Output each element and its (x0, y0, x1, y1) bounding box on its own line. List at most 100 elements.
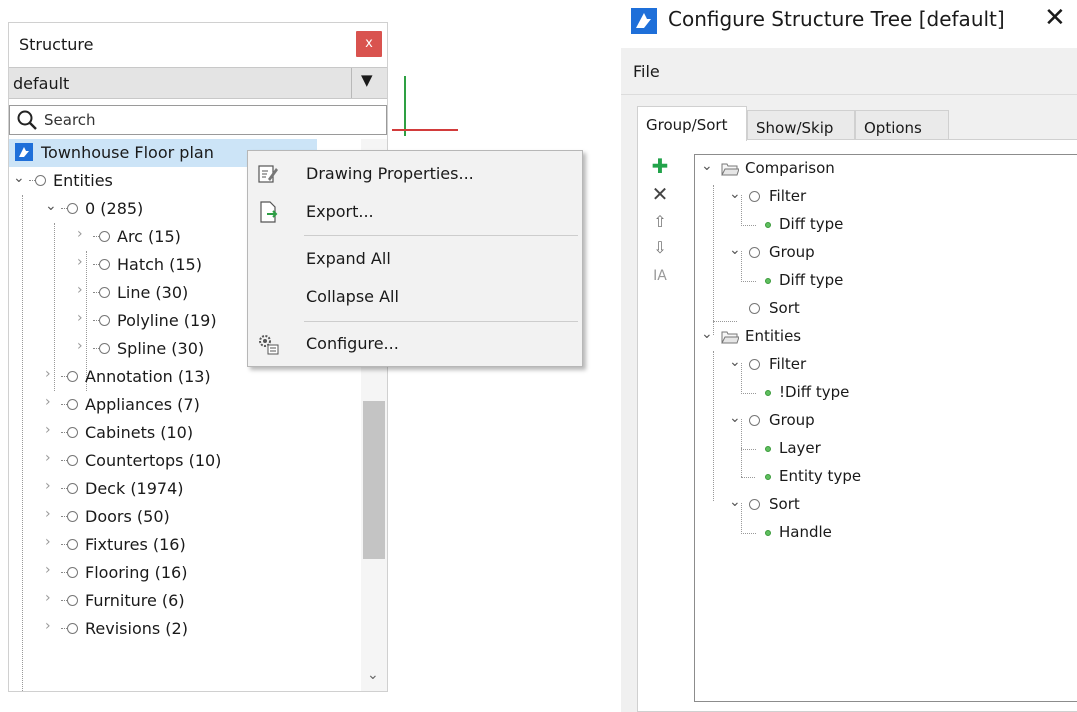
rule-label: !Diff type (779, 383, 850, 401)
menu-item-expand-all[interactable]: Expand All (248, 242, 582, 276)
tree-node-label: Flooring (16) (85, 563, 188, 582)
menu-item-label: Export... (306, 202, 374, 221)
tab-show-skip[interactable]: Show/Skip (747, 110, 855, 140)
chevron-down-icon[interactable]: ⌄ (729, 186, 741, 202)
delete-icon[interactable]: ✕ (648, 182, 672, 206)
node-circle-icon (67, 567, 78, 578)
node-circle-icon (99, 315, 110, 326)
folder-open-icon (721, 163, 739, 176)
chevron-down-icon[interactable]: ⌄ (13, 170, 25, 186)
chevron-right-icon[interactable]: › (45, 450, 51, 466)
node-circle-icon (99, 287, 110, 298)
tree-node-layer[interactable]: › Furniture (6) (9, 587, 361, 615)
search-input[interactable] (44, 109, 344, 131)
tree-node-layer[interactable]: › Annotation (13) (9, 363, 361, 391)
tab-label: Options (864, 119, 922, 137)
chevron-down-icon[interactable]: ⌄ (729, 242, 741, 258)
menu-separator (304, 235, 578, 236)
node-circle-icon (99, 259, 110, 270)
rule-item-dot-icon (765, 222, 771, 228)
move-down-icon[interactable]: ⇩ (648, 236, 672, 260)
close-panel-button[interactable]: x (356, 31, 382, 57)
scrollbar-thumb[interactable] (363, 401, 385, 559)
menu-item-collapse-all[interactable]: Collapse All (248, 280, 582, 314)
tree-guide (713, 351, 714, 501)
node-circle-icon (67, 539, 78, 550)
tree-node-label: Doors (50) (85, 507, 170, 526)
menu-file[interactable]: File (633, 62, 660, 81)
tree-connector (713, 305, 737, 322)
chevron-right-icon[interactable]: › (77, 338, 83, 354)
tree-node-label: Line (30) (117, 283, 189, 302)
move-up-icon[interactable]: ⇧ (648, 210, 672, 234)
tab-options[interactable]: Options (855, 110, 949, 140)
rule-label: Layer (779, 439, 821, 457)
chevron-right-icon[interactable]: › (45, 562, 51, 578)
chevron-right-icon[interactable]: › (45, 394, 51, 410)
tree-node-layer[interactable]: › Revisions (2) (9, 615, 361, 643)
tree-node-layer[interactable]: › Doors (50) (9, 503, 361, 531)
tree-node-label: Spline (30) (117, 339, 205, 358)
tree-node-label: Fixtures (16) (85, 535, 186, 554)
bricscad-logo-icon (631, 8, 657, 34)
rule-item-dot-icon (765, 530, 771, 536)
tree-node-layer[interactable]: › Flooring (16) (9, 559, 361, 587)
chevron-down-icon[interactable]: ⌄ (729, 354, 741, 370)
tree-node-label: 0 (285) (85, 199, 144, 218)
rule-label: Filter (769, 355, 807, 373)
tree-node-label: Annotation (13) (85, 367, 211, 386)
rule-label: Comparison (745, 159, 835, 177)
chevron-right-icon[interactable]: › (45, 534, 51, 550)
chevron-right-icon[interactable]: › (45, 366, 51, 382)
rule-item-dot-icon (765, 446, 771, 452)
add-icon[interactable]: ✚ (648, 154, 672, 178)
tab-group-sort[interactable]: Group/Sort (637, 106, 747, 141)
node-circle-icon (67, 371, 78, 382)
dropdown-arrow-icon[interactable]: ▼ (361, 71, 373, 89)
rule-label: Group (769, 243, 815, 261)
chevron-down-icon[interactable]: ⌄ (45, 198, 57, 214)
tree-node-layer[interactable]: › Deck (1974) (9, 475, 361, 503)
rule-label: Handle (779, 523, 832, 541)
menu-item-drawing-properties[interactable]: Drawing Properties... (248, 157, 582, 191)
scroll-down-icon[interactable]: ⌄ (367, 667, 379, 683)
tab-strip: Group/Sort Show/Skip Options (637, 106, 1077, 141)
rule-label: Group (769, 411, 815, 429)
context-menu: Drawing Properties... Export... Expand A… (247, 150, 583, 367)
chevron-down-icon[interactable]: ⌄ (701, 326, 713, 342)
profile-select[interactable]: default ▼ (9, 67, 387, 99)
dropdown-divider (351, 68, 352, 98)
chevron-down-icon[interactable]: ⌄ (701, 158, 713, 174)
chevron-right-icon[interactable]: › (45, 506, 51, 522)
tree-node-layer[interactable]: › Fixtures (16) (9, 531, 361, 559)
profile-value: default (13, 74, 70, 93)
tree-node-layer[interactable]: › Appliances (7) (9, 391, 361, 419)
chevron-right-icon[interactable]: › (45, 422, 51, 438)
chevron-down-icon[interactable]: ⌄ (729, 494, 741, 510)
tree-node-label: Arc (15) (117, 227, 181, 246)
node-circle-icon (67, 203, 78, 214)
tree-node-layer[interactable]: › Countertops (10) (9, 447, 361, 475)
chevron-right-icon[interactable]: › (77, 310, 83, 326)
rename-icon[interactable]: IA (648, 264, 672, 288)
menu-item-export[interactable]: Export... (248, 195, 582, 229)
chevron-right-icon[interactable]: › (45, 478, 51, 494)
node-circle-icon (35, 175, 46, 186)
menu-item-label: Expand All (306, 249, 391, 268)
dialog-body: File Group/Sort Show/Skip Options ✚ ✕ ⇧ … (621, 48, 1077, 712)
chevron-right-icon[interactable]: › (45, 590, 51, 606)
menu-item-configure[interactable]: Configure... (248, 327, 582, 361)
rule-label: Sort (769, 495, 800, 513)
tree-node-layer[interactable]: › Cabinets (10) (9, 419, 361, 447)
tree-node-label: Appliances (7) (85, 395, 200, 414)
rule-label: Diff type (779, 271, 844, 289)
chevron-down-icon[interactable]: ⌄ (729, 410, 741, 426)
chevron-right-icon[interactable]: › (45, 618, 51, 634)
close-icon[interactable]: ✕ (1044, 3, 1066, 33)
dialog-title: Configure Structure Tree [default] (668, 7, 1005, 31)
tree-node-label: Deck (1974) (85, 479, 184, 498)
chevron-right-icon[interactable]: › (77, 254, 83, 270)
chevron-right-icon[interactable]: › (77, 226, 83, 242)
search-box[interactable] (9, 105, 387, 135)
chevron-right-icon[interactable]: › (77, 282, 83, 298)
